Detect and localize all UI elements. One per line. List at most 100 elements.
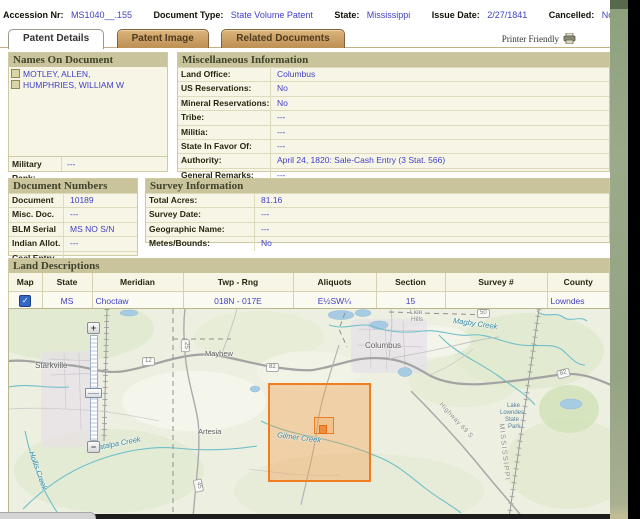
patentee-icon xyxy=(11,80,20,89)
survey-section-title: Survey Information xyxy=(146,179,609,193)
state-value: Mississippi xyxy=(367,10,411,20)
field-label: BLM Serial Nr: xyxy=(9,223,63,236)
field-label: Total Acres: xyxy=(146,194,254,207)
authority-link[interactable]: April 24, 1820: Sale-Cash Entry (3 Stat.… xyxy=(270,154,609,167)
names-on-document-section: Names On Document MOTLEY, ALLEN, HUMPHRI… xyxy=(8,52,168,172)
misc-doc-nr-row: Misc. Doc. Nr: --- xyxy=(9,207,137,221)
col-twp-rng: Twp - Rng xyxy=(183,273,293,292)
land-table-row: ✓ MS Choctaw 018N - 017E E½SW¼ 15 Lownde… xyxy=(9,292,609,310)
cell-survey-nr xyxy=(445,292,547,310)
field-value: No xyxy=(270,82,609,95)
geographic-name-row: Geographic Name: --- xyxy=(146,222,609,236)
aliquot-highlight xyxy=(319,425,327,434)
col-county: County xyxy=(547,273,609,292)
names-section-title: Names On Document xyxy=(9,53,167,67)
survey-information-section: Survey Information Total Acres: 81.16 Su… xyxy=(145,178,610,243)
document-nr-row: Document Nr: 10189 xyxy=(9,193,137,207)
field-label: Tribe: xyxy=(178,111,270,124)
metes-bounds-row: Metes/Bounds: No xyxy=(146,236,609,250)
docnums-section-title: Document Numbers xyxy=(9,179,137,193)
issuedate-label: Issue Date: xyxy=(432,10,480,20)
field-label: Survey Date: xyxy=(146,208,254,221)
field-label: Land Office: xyxy=(178,68,270,81)
military-rank-row: Military Rank: --- xyxy=(9,156,167,171)
route-shield-25: 25 xyxy=(181,339,190,352)
field-label: US Reservations: xyxy=(178,82,270,95)
military-rank-value: --- xyxy=(61,157,167,171)
label-park: Park xyxy=(508,424,520,430)
col-meridian: Meridian xyxy=(92,273,183,292)
mineral-reservations-row: Mineral Reservations: No xyxy=(178,96,609,110)
issuedate-value: 2/27/1841 xyxy=(487,10,527,20)
zoom-in-button[interactable]: + xyxy=(87,322,100,334)
label-mayhew: Mayhew xyxy=(205,349,233,358)
patentee-name-link[interactable]: HUMPHRIES, WILLIAM W xyxy=(23,80,124,90)
info-row-2: Document Numbers Document Nr: 10189 Misc… xyxy=(8,178,610,256)
field-value: 81.16 xyxy=(254,194,609,207)
tab-related-documents[interactable]: Related Documents xyxy=(221,29,344,48)
zoom-slider-handle[interactable] xyxy=(85,388,102,398)
tab-patent-image[interactable]: Patent Image xyxy=(117,29,209,48)
state-field: State: Mississippi xyxy=(334,5,410,23)
col-aliquots: Aliquots xyxy=(293,273,376,292)
field-label: Mineral Reservations: xyxy=(178,97,270,110)
info-row-1: Names On Document MOTLEY, ALLEN, HUMPHRI… xyxy=(8,52,610,172)
label-artesia: Artesia xyxy=(198,427,221,436)
names-list: MOTLEY, ALLEN, HUMPHRIES, WILLIAM W xyxy=(9,67,167,156)
col-survey-nr: Survey # xyxy=(445,273,547,292)
name-row: HUMPHRIES, WILLIAM W xyxy=(11,80,167,91)
field-label: Geographic Name: xyxy=(146,223,254,236)
cell-twp-rng[interactable]: 018N - 017E xyxy=(183,292,293,310)
map-panel: Starkville Mayhew Columbus Artesia Lion … xyxy=(8,308,612,519)
authority-row: Authority: April 24, 1820: Sale-Cash Ent… xyxy=(178,153,609,167)
field-value: --- xyxy=(63,237,137,250)
field-value: No xyxy=(270,97,609,110)
patentee-name-link[interactable]: MOTLEY, ALLEN, xyxy=(23,69,90,79)
field-value: --- xyxy=(63,208,137,221)
state-in-favor-row: State In Favor Of: --- xyxy=(178,139,609,153)
field-value: --- xyxy=(270,111,609,124)
field-value: --- xyxy=(270,140,609,153)
land-table-header-row: Map State Meridian Twp - Rng Aliquots Se… xyxy=(9,273,609,292)
state-label: State: xyxy=(334,10,359,20)
document-info-bar: Accession Nr: MS1040__.155 Document Type… xyxy=(0,0,610,27)
map-canvas[interactable]: Starkville Mayhew Columbus Artesia Lion … xyxy=(9,309,611,519)
document-numbers-section: Document Numbers Document Nr: 10189 Misc… xyxy=(8,178,138,256)
page-side-background xyxy=(610,0,628,519)
route-shield-12: 12 xyxy=(142,357,155,366)
doctype-field: Document Type: State Volume Patent xyxy=(154,5,313,23)
field-value: --- xyxy=(270,126,609,139)
patent-details-page: Accession Nr: MS1040__.155 Document Type… xyxy=(0,0,640,519)
cell-county[interactable]: Lowndes xyxy=(547,292,609,310)
land-office-row: Land Office: Columbus xyxy=(178,67,609,81)
field-value: --- xyxy=(254,208,609,221)
field-label: Document Nr: xyxy=(9,194,63,207)
label-state: State xyxy=(505,417,519,423)
page-side-background-top xyxy=(610,0,628,9)
label-lion: Lion xyxy=(410,309,422,316)
label-starkville: Starkville xyxy=(35,361,67,370)
tab-patent-details[interactable]: Patent Details xyxy=(8,29,104,49)
doctype-value: State Volume Patent xyxy=(231,10,313,20)
printer-friendly-link[interactable]: Printer Friendly xyxy=(502,33,576,46)
bottom-edge-khaki xyxy=(610,514,628,519)
map-checkbox[interactable]: ✓ xyxy=(19,295,31,307)
field-label: Militia: xyxy=(178,126,270,139)
militia-row: Militia: --- xyxy=(178,125,609,139)
cell-meridian[interactable]: Choctaw xyxy=(92,292,183,310)
route-shield-50: 50 xyxy=(477,309,490,318)
total-acres-row: Total Acres: 81.16 xyxy=(146,193,609,207)
field-value: --- xyxy=(254,223,609,236)
field-value: Columbus xyxy=(270,68,609,81)
printer-friendly-label: Printer Friendly xyxy=(502,34,559,44)
cell-section: 15 xyxy=(376,292,445,310)
field-label: Metes/Bounds: xyxy=(146,237,254,250)
patentee-icon xyxy=(11,69,20,78)
browser-status-bubble xyxy=(0,512,96,519)
us-reservations-row: US Reservations: No xyxy=(178,81,609,95)
accession-value: MS1040__.155 xyxy=(71,10,132,20)
zoom-out-button[interactable]: − xyxy=(87,441,100,453)
col-map: Map xyxy=(9,273,42,292)
bottom-edge-bar xyxy=(95,514,612,519)
cell-state[interactable]: MS xyxy=(42,292,92,310)
